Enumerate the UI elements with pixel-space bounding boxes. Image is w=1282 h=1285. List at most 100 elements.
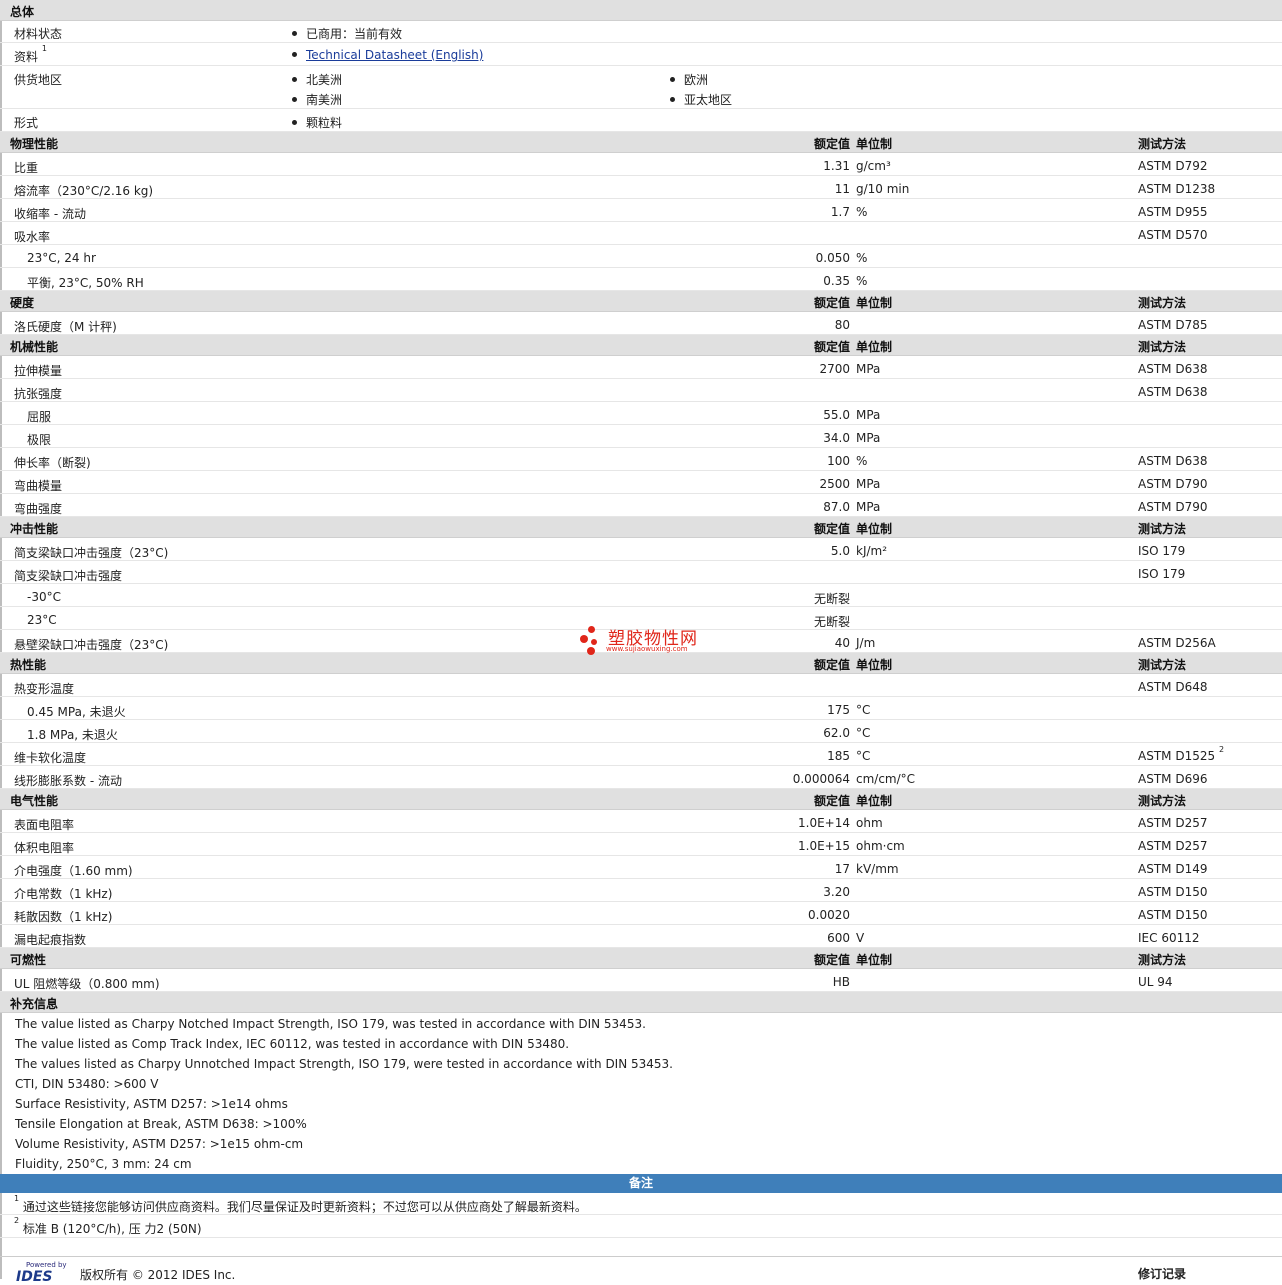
property-row: 23°C, 24 hr 0.050% bbox=[0, 245, 1282, 268]
row-availability: 供货地区 北美洲 南美洲 欧洲 亚太地区 bbox=[0, 66, 1282, 109]
nominal-value: 34.0 bbox=[823, 431, 850, 445]
column-header-nominal: 额定值 bbox=[813, 296, 850, 310]
supplemental-note: The values listed as Charpy Unnotched Im… bbox=[15, 1057, 673, 1071]
bullet-icon bbox=[292, 31, 297, 36]
watermark-dot-icon bbox=[588, 626, 595, 633]
column-header-test-method: 测试方法 bbox=[1138, 658, 1187, 672]
property-row: 漏电起痕指数 600 V IEC 60112 bbox=[0, 925, 1282, 948]
property-row: 维卡软化温度 185 °C ASTM D1525 2 bbox=[0, 743, 1282, 766]
unit: % bbox=[856, 205, 868, 219]
test-method: ISO 179 bbox=[1138, 567, 1186, 581]
section-header-general: 总体 bbox=[0, 0, 1282, 21]
unit: g/cm³ bbox=[856, 159, 891, 173]
column-header-nominal: 额定值 bbox=[813, 794, 850, 808]
nominal-value: 17 bbox=[834, 862, 850, 876]
property-row: 吸水率 ASTM D570 bbox=[0, 222, 1282, 245]
property-row: 体积电阻率 1.0E+15 ohm·cm ASTM D257 bbox=[0, 833, 1282, 856]
bullet-icon bbox=[670, 77, 675, 82]
test-method: ISO 179 bbox=[1138, 544, 1186, 558]
column-header-unit: 单位制 bbox=[856, 522, 893, 536]
property-row: 耗散因数（1 kHz) 0.0020 ASTM D150 bbox=[0, 902, 1282, 925]
watermark-dot-icon bbox=[587, 647, 595, 655]
unit: kJ/m² bbox=[856, 544, 888, 558]
bullet-icon bbox=[292, 120, 297, 125]
column-header-unit: 单位制 bbox=[856, 296, 893, 310]
property-row: 1.8 MPa, 未退火 62.0 °C bbox=[0, 720, 1282, 743]
nominal-value: 100 bbox=[827, 454, 850, 468]
column-header-test-method: 测试方法 bbox=[1138, 522, 1187, 536]
section-title: 总体 bbox=[10, 5, 35, 19]
property-label: 线形膨胀系数 - 流动 bbox=[14, 774, 122, 788]
property-label: 吸水率 bbox=[14, 230, 51, 244]
test-method: ASTM D638 bbox=[1138, 362, 1208, 376]
nominal-value: 0.050 bbox=[815, 251, 850, 265]
property-label: 伸长率（断裂) bbox=[14, 456, 91, 470]
footer: Powered by IDES 版权所有 © 2012 IDES Inc. 修订… bbox=[0, 1256, 1282, 1285]
column-header-unit: 单位制 bbox=[856, 658, 893, 672]
property-label: 抗张强度 bbox=[14, 387, 63, 401]
property-label: 收缩率 - 流动 bbox=[14, 207, 86, 221]
property-label: 平衡, 23°C, 50% RH bbox=[27, 276, 144, 290]
bullet-icon bbox=[292, 77, 297, 82]
nominal-value: 无断裂 bbox=[813, 615, 850, 629]
nominal-value: 3.20 bbox=[823, 885, 850, 899]
property-label: 供货地区 bbox=[14, 73, 63, 87]
test-method: IEC 60112 bbox=[1138, 931, 1200, 945]
technical-datasheet-link[interactable]: Technical Datasheet (English) bbox=[306, 48, 483, 62]
property-row: 弯曲强度 87.0 MPa ASTM D790 bbox=[0, 494, 1282, 517]
bullet-icon bbox=[670, 97, 675, 102]
property-label: 材料状态 bbox=[14, 27, 63, 41]
property-label: 悬壁梁缺口冲击强度（23°C) bbox=[14, 638, 169, 652]
section-header: 电气性能 额定值 单位制 测试方法 bbox=[0, 789, 1282, 810]
nominal-value: 185 bbox=[827, 749, 850, 763]
property-row: 介电强度（1.60 mm) 17 kV/mm ASTM D149 bbox=[0, 856, 1282, 879]
watermark-dot-icon bbox=[580, 635, 588, 643]
copyright-text: 版权所有 © 2012 IDES Inc. bbox=[80, 1268, 236, 1282]
property-label: 形式 bbox=[14, 116, 39, 130]
column-header-test-method: 测试方法 bbox=[1138, 137, 1187, 151]
test-method: ASTM D149 bbox=[1138, 862, 1208, 876]
unit: MPa bbox=[856, 477, 881, 491]
column-header-unit: 单位制 bbox=[856, 953, 893, 967]
unit: MPa bbox=[856, 500, 881, 514]
property-label: 23°C, 24 hr bbox=[27, 251, 96, 265]
test-method: ASTM D150 bbox=[1138, 908, 1208, 922]
section-header: 物理性能 额定值 单位制 测试方法 bbox=[0, 132, 1282, 153]
column-header-nominal: 额定值 bbox=[813, 137, 850, 151]
property-row: 表面电阻率 1.0E+14 ohm ASTM D257 bbox=[0, 810, 1282, 833]
column-header-test-method: 测试方法 bbox=[1138, 794, 1187, 808]
test-method: ASTM D638 bbox=[1138, 385, 1208, 399]
unit: °C bbox=[856, 703, 871, 717]
footnote-2: 2 标准 B (120°C/h), 压 力2 (50N) bbox=[0, 1215, 1282, 1238]
unit: % bbox=[856, 274, 868, 288]
supplemental-list: The value listed as Charpy Notched Impac… bbox=[0, 1013, 1282, 1174]
nominal-value: 5.0 bbox=[830, 544, 850, 558]
test-method: ASTM D570 bbox=[1138, 228, 1208, 242]
ides-logo[interactable]: Powered by IDES bbox=[12, 1261, 72, 1285]
column-header-test-method: 测试方法 bbox=[1138, 340, 1187, 354]
unit: °C bbox=[856, 749, 871, 763]
revision-history-link[interactable]: 修订记录 bbox=[1138, 1265, 1186, 1282]
test-method: ASTM D638 bbox=[1138, 454, 1208, 468]
nominal-value: 600 bbox=[827, 931, 850, 945]
watermark-dot-icon bbox=[591, 639, 597, 645]
unit: g/10 min bbox=[856, 182, 910, 196]
list-item: 颗粒料 bbox=[292, 114, 342, 131]
property-label: 23°C bbox=[27, 613, 57, 627]
row-material-status: 材料状态 已商用：当前有效 bbox=[0, 21, 1282, 43]
property-row: 简支梁缺口冲击强度 ISO 179 bbox=[0, 561, 1282, 584]
property-label: 维卡软化温度 bbox=[14, 751, 87, 765]
nominal-value: 0.0020 bbox=[808, 908, 850, 922]
nominal-value: 175 bbox=[827, 703, 850, 717]
column-header-unit: 单位制 bbox=[856, 794, 893, 808]
section-title: 热性能 bbox=[10, 658, 47, 672]
column-header-nominal: 额定值 bbox=[813, 522, 850, 536]
property-row: 简支梁缺口冲击强度（23°C) 5.0 kJ/m² ISO 179 bbox=[0, 538, 1282, 561]
column-header-test-method: 测试方法 bbox=[1138, 296, 1187, 310]
watermark-url: www.sujiaowuxing.com bbox=[606, 645, 688, 653]
row-form: 形式 颗粒料 bbox=[0, 109, 1282, 132]
section-header: 硬度 额定值 单位制 测试方法 bbox=[0, 291, 1282, 312]
property-row: 弯曲模量 2500 MPa ASTM D790 bbox=[0, 471, 1282, 494]
property-row: 比重 1.31 g/cm³ ASTM D792 bbox=[0, 153, 1282, 176]
property-label: 比重 bbox=[14, 161, 39, 175]
